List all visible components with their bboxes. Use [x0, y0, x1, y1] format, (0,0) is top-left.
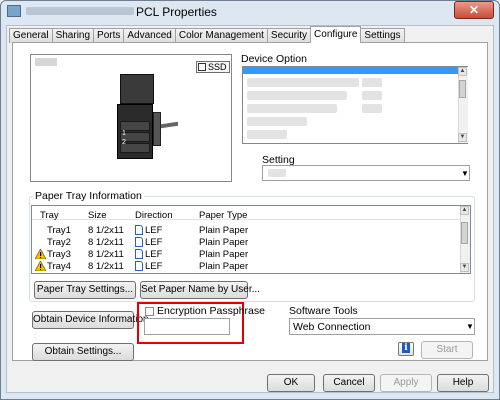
- chevron-down-icon[interactable]: ▼: [461, 169, 469, 178]
- tab-configure[interactable]: Configure: [310, 26, 362, 43]
- column-header-tray[interactable]: Tray: [40, 210, 59, 221]
- page-orientation-icon: [135, 261, 143, 271]
- ssd-label: SSD: [208, 62, 227, 72]
- scroll-up-arrow-icon[interactable]: ▲: [458, 67, 467, 76]
- printer-app-icon: [7, 5, 21, 17]
- encryption-passphrase-label: Encryption Passphrase: [157, 305, 265, 317]
- device-option-value: [362, 104, 382, 113]
- window-title: PCL Properties: [136, 5, 217, 19]
- software-tools-label: Software Tools: [289, 305, 358, 317]
- device-option-value: [362, 78, 382, 87]
- tab-color-management[interactable]: Color Management: [174, 28, 268, 43]
- software-tools-selected: Web Connection: [293, 321, 371, 333]
- tray-paper-type: Plain Paper: [199, 261, 249, 272]
- column-header-size[interactable]: Size: [88, 210, 106, 221]
- column-header-paper-type[interactable]: Paper Type: [199, 210, 247, 221]
- setting-dropdown[interactable]: [262, 165, 470, 181]
- encryption-passphrase-input[interactable]: [144, 318, 230, 335]
- ssd-checkbox-icon: [198, 63, 206, 71]
- obtain-device-information-button[interactable]: Obtain Device Information: [32, 311, 149, 329]
- tray-size: 8 1/2x11: [88, 237, 124, 248]
- chevron-down-icon[interactable]: ▼: [466, 322, 474, 331]
- device-option-item[interactable]: [247, 130, 287, 139]
- tray-paper-type: Plain Paper: [199, 249, 249, 260]
- device-option-scrollbar[interactable]: [458, 67, 468, 143]
- column-header-direction[interactable]: Direction: [135, 210, 173, 221]
- tab-ports[interactable]: Ports: [93, 28, 125, 43]
- device-option-item[interactable]: [247, 117, 307, 126]
- device-option-selected-row[interactable]: [243, 67, 458, 74]
- apply-button[interactable]: Apply: [380, 374, 432, 392]
- drawer-number-2: 2: [122, 139, 126, 146]
- page-orientation-icon: [135, 225, 143, 235]
- tray-size: 8 1/2x11: [88, 225, 124, 236]
- scroll-thumb[interactable]: [459, 80, 466, 98]
- warning-icon: [35, 261, 46, 271]
- device-option-label: Device Option: [241, 53, 307, 65]
- ok-button[interactable]: OK: [267, 374, 315, 392]
- scroll-down-arrow-icon[interactable]: ▼: [460, 263, 469, 272]
- tray-name: Tray3: [47, 249, 71, 260]
- close-button[interactable]: ✕: [454, 1, 494, 19]
- tray-size: 8 1/2x11: [88, 249, 124, 260]
- tray-size: 8 1/2x11: [88, 261, 124, 272]
- tray-direction: LEF: [145, 249, 163, 260]
- tab-settings[interactable]: Settings: [360, 28, 405, 43]
- preview-model-redacted: [35, 58, 57, 66]
- start-button[interactable]: Start: [421, 341, 473, 359]
- tray-name: Tray4: [47, 261, 71, 272]
- tray-direction: LEF: [145, 225, 163, 236]
- scroll-up-arrow-icon[interactable]: ▲: [460, 206, 469, 215]
- scroll-down-arrow-icon[interactable]: ▼: [458, 133, 467, 142]
- warning-icon: [35, 249, 46, 259]
- tray-name: Tray1: [47, 225, 71, 236]
- tab-security[interactable]: Security: [266, 28, 312, 43]
- paper-tray-settings-button[interactable]: Paper Tray Settings...: [34, 281, 136, 299]
- setting-value-redacted: [268, 169, 286, 177]
- tab-general[interactable]: General: [9, 28, 53, 43]
- help-button[interactable]: Help: [437, 374, 489, 392]
- set-paper-name-button[interactable]: Set Paper Name by User...: [140, 281, 260, 299]
- tray-direction: LEF: [145, 261, 163, 272]
- printer-finisher-icon: [153, 112, 161, 146]
- tray-paper-type: Plain Paper: [199, 237, 249, 248]
- device-option-item[interactable]: [247, 104, 337, 113]
- tray-direction: LEF: [145, 237, 163, 248]
- tab-advanced[interactable]: Advanced: [123, 28, 176, 43]
- device-option-item[interactable]: [247, 78, 359, 87]
- tab-sharing[interactable]: Sharing: [51, 28, 95, 43]
- scroll-thumb[interactable]: [461, 222, 468, 244]
- device-option-item[interactable]: [247, 91, 347, 100]
- device-option-value: [362, 91, 382, 100]
- title-redacted-prefix: [26, 7, 134, 15]
- drawer-number-1: 1: [122, 130, 126, 137]
- paper-tray-group-label: Paper Tray Information: [33, 190, 144, 202]
- cancel-button[interactable]: Cancel: [323, 374, 375, 392]
- tray-paper-type: Plain Paper: [199, 225, 249, 236]
- tab-strip: General Sharing Ports Advanced Color Man…: [9, 26, 405, 43]
- page-orientation-icon: [135, 237, 143, 247]
- printer-scanner-icon: [120, 74, 154, 104]
- tray-name: Tray2: [47, 237, 71, 248]
- page-orientation-icon: [135, 249, 143, 259]
- encryption-passphrase-checkbox[interactable]: [145, 307, 154, 316]
- obtain-settings-button[interactable]: Obtain Settings...: [32, 343, 134, 361]
- info-icon: i: [402, 343, 410, 353]
